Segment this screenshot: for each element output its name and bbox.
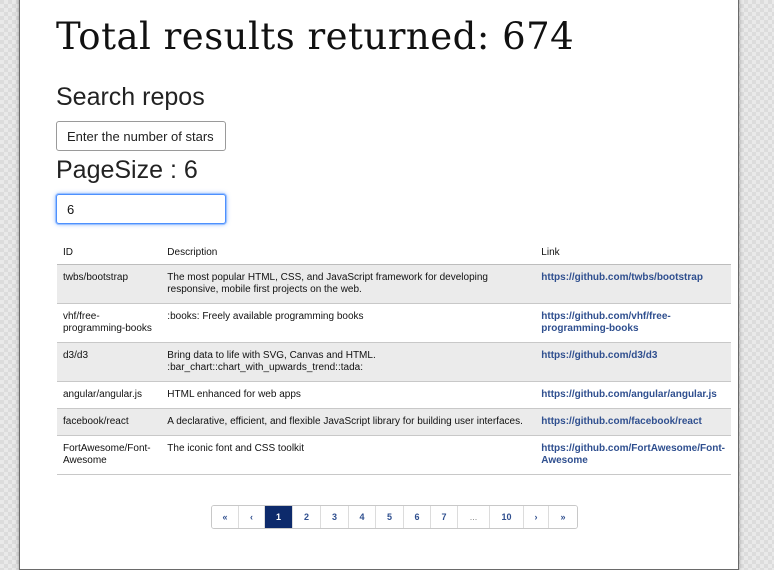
pagesize-input[interactable] <box>56 194 226 224</box>
results-table: ID Description Link twbs/bootstrap The m… <box>57 238 731 475</box>
pagination-ellipsis: ... <box>458 506 490 528</box>
table-row: FortAwesome/Font-Awesome The iconic font… <box>57 435 731 475</box>
repo-link-cell: https://github.com/twbs/bootstrap <box>535 264 731 304</box>
repo-link[interactable]: https://github.com/d3/d3 <box>541 350 657 361</box>
table-row: vhf/free-programming-books :books: Freel… <box>57 303 731 343</box>
page-1-button[interactable]: 1 <box>265 506 293 528</box>
previous-page-button[interactable]: ‹ <box>239 506 265 528</box>
column-header-id: ID <box>57 238 162 265</box>
repo-id-cell: facebook/react <box>57 408 162 436</box>
repo-link[interactable]: https://github.com/angular/angular.js <box>541 389 717 400</box>
table-header-row: ID Description Link <box>57 238 731 265</box>
repo-link[interactable]: https://github.com/facebook/react <box>541 416 702 427</box>
stars-input[interactable] <box>56 121 226 151</box>
repo-description-cell: The most popular HTML, CSS, and JavaScri… <box>161 264 536 304</box>
table-row: twbs/bootstrap The most popular HTML, CS… <box>57 264 731 304</box>
column-header-link: Link <box>535 238 731 265</box>
search-repos-title: Search repos <box>56 83 205 111</box>
repo-link-cell: https://github.com/FortAwesome/Font-Awes… <box>535 435 731 475</box>
pagesize-title: PageSize : 6 <box>56 156 198 184</box>
repo-description-cell: A declarative, efficient, and flexible J… <box>161 408 536 436</box>
repo-description-cell: HTML enhanced for web apps <box>161 381 536 409</box>
table-row: facebook/react A declarative, efficient,… <box>57 408 731 436</box>
page-7-button[interactable]: 7 <box>431 506 458 528</box>
last-page-button[interactable]: » <box>549 506 577 528</box>
page-6-button[interactable]: 6 <box>404 506 431 528</box>
repo-id-cell: angular/angular.js <box>57 381 162 409</box>
repo-link[interactable]: https://github.com/twbs/bootstrap <box>541 272 703 283</box>
total-results-heading: Total results returned: 674 <box>56 15 575 58</box>
page-3-button[interactable]: 3 <box>321 506 349 528</box>
column-header-description: Description <box>161 238 536 265</box>
repo-link-cell: https://github.com/facebook/react <box>535 408 731 436</box>
repo-id-cell: d3/d3 <box>57 342 162 382</box>
repo-id-cell: vhf/free-programming-books <box>57 303 162 343</box>
repo-link-cell: https://github.com/d3/d3 <box>535 342 731 382</box>
content-panel: Total results returned: 674 Search repos… <box>19 0 739 570</box>
repo-link-cell: https://github.com/vhf/free-programming-… <box>535 303 731 343</box>
next-page-button[interactable]: › <box>524 506 549 528</box>
repo-description-cell: :books: Freely available programming boo… <box>161 303 536 343</box>
first-page-button[interactable]: « <box>212 506 239 528</box>
page-5-button[interactable]: 5 <box>376 506 404 528</box>
repo-link[interactable]: https://github.com/FortAwesome/Font-Awes… <box>541 443 725 466</box>
repo-link-cell: https://github.com/angular/angular.js <box>535 381 731 409</box>
pagination: « ‹ 1 2 3 4 5 6 7 ... 10 › » <box>211 505 578 529</box>
page-2-button[interactable]: 2 <box>293 506 321 528</box>
repo-id-cell: FortAwesome/Font-Awesome <box>57 435 162 475</box>
page-4-button[interactable]: 4 <box>349 506 376 528</box>
table-row: d3/d3 Bring data to life with SVG, Canva… <box>57 342 731 382</box>
repo-description-cell: The iconic font and CSS toolkit <box>161 435 536 475</box>
page-10-button[interactable]: 10 <box>490 506 524 528</box>
repo-link[interactable]: https://github.com/vhf/free-programming-… <box>541 311 670 334</box>
table-row: angular/angular.js HTML enhanced for web… <box>57 381 731 409</box>
repo-description-cell: Bring data to life with SVG, Canvas and … <box>161 342 536 382</box>
repo-id-cell: twbs/bootstrap <box>57 264 162 304</box>
